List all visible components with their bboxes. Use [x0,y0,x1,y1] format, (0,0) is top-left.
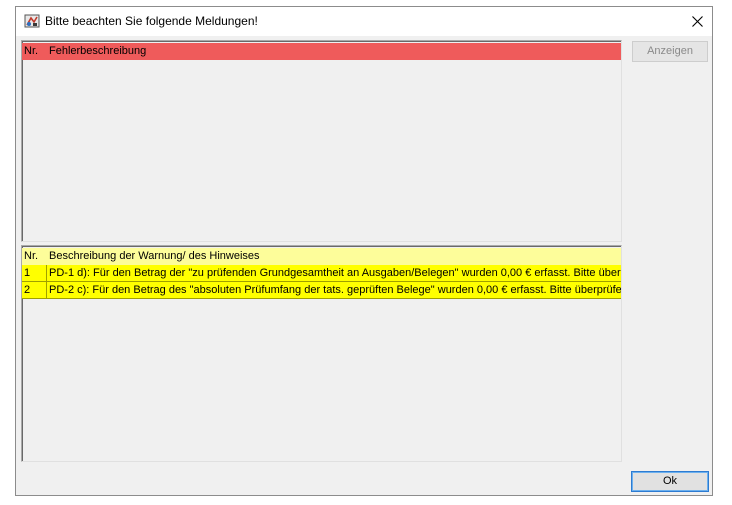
close-icon [691,16,703,27]
title-bar: Bitte beachten Sie folgende Meldungen! [16,7,712,36]
error-table-header: Nr. Fehlerbeschreibung [22,43,621,60]
table-row[interactable]: 1 PD-1 d): Für den Betrag der "zu prüfen… [22,265,621,282]
column-header-nr: Nr. [24,45,39,57]
anzeigen-button[interactable]: Anzeigen [632,41,708,62]
ok-button[interactable]: Ok [631,471,709,492]
row-nr: 1 [23,265,47,281]
window-title: Bitte beachten Sie folgende Meldungen! [45,14,258,28]
column-header-nr: Nr. [24,250,39,262]
column-header-fehlerbeschreibung: Fehlerbeschreibung [49,45,147,57]
row-description: PD-2 c): Für den Betrag des "absoluten P… [49,284,621,296]
close-button[interactable] [682,7,712,36]
message-dialog: Bitte beachten Sie folgende Meldungen! N… [15,6,713,496]
error-table[interactable]: Nr. Fehlerbeschreibung [21,40,622,242]
warning-table[interactable]: Nr. Beschreibung der Warnung/ des Hinwei… [21,245,622,462]
row-nr: 2 [23,282,47,298]
app-icon [24,14,40,28]
table-row[interactable]: 2 PD-2 c): Für den Betrag des "absoluten… [22,282,621,299]
warning-table-header: Nr. Beschreibung der Warnung/ des Hinwei… [22,248,621,265]
row-description: PD-1 d): Für den Betrag der "zu prüfende… [49,267,621,279]
column-header-beschreibung: Beschreibung der Warnung/ des Hinweises [49,250,260,262]
